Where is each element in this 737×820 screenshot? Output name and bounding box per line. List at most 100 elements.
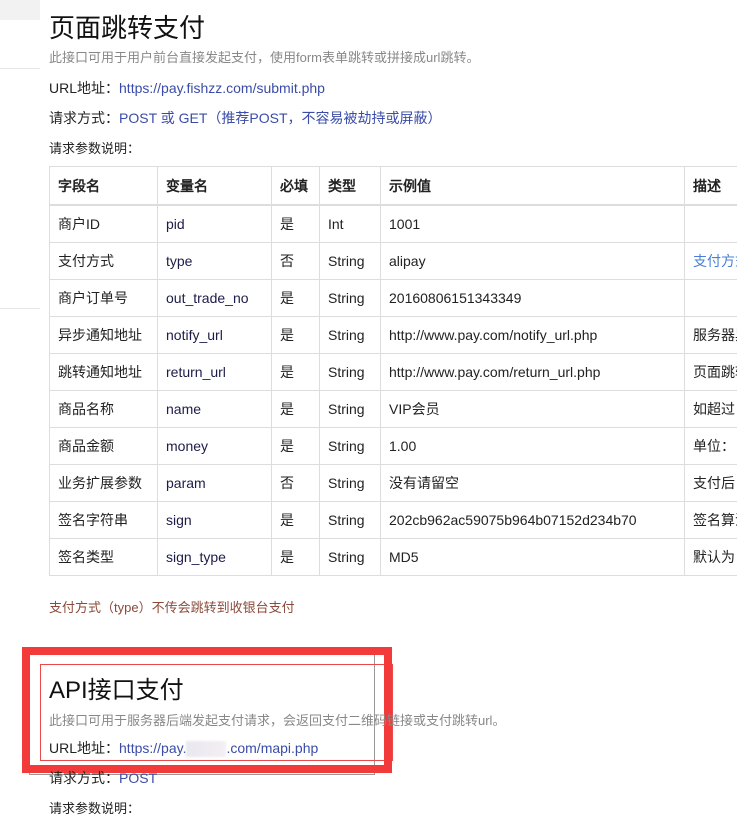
table-cell: 商户ID [49, 204, 158, 243]
sidebar-fragment [0, 0, 40, 20]
table-cell: 页面跳转 [684, 353, 737, 391]
table-cell: param [157, 464, 272, 502]
url-label: URL地址： [49, 80, 120, 96]
table-cell: 是 [271, 538, 320, 576]
url-link[interactable]: https://pay.fishzz.com/submit.php [119, 80, 325, 96]
table-cell: 默认为 [684, 538, 737, 576]
column-header: 必填 [271, 166, 320, 206]
table-cell: 否 [271, 464, 320, 502]
method-label: 请求方式： [49, 110, 119, 126]
params-table: 字段名 变量名 必填 类型 示例值 描述 商户ID pid 是 Int 1001 支付方式 type 否… [49, 166, 737, 576]
method-label: 请求方式： [49, 770, 119, 786]
table-cell: sign [157, 501, 272, 539]
table-cell: 商户订单号 [49, 279, 158, 317]
method-value: POST [119, 770, 158, 786]
table-cell: String [319, 464, 381, 502]
table-cell: String [319, 390, 381, 428]
table-cell [684, 279, 737, 317]
type-note: 支付方式（type）不传会跳转到收银台支付 [49, 600, 295, 615]
table-cell: notify_url [157, 316, 272, 354]
table-row: 跳转通知地址 return_url 是 String http://www.pay.co… [49, 353, 737, 391]
table-cell: 支付后 [684, 464, 737, 502]
table-row: 支付方式type否Stringalipay支付方式 [49, 242, 737, 280]
table-row: 签名类型 sign_type 是 String MD5 默认为 [49, 538, 737, 576]
method-line: 请求方式：POST [49, 768, 157, 788]
url-link[interactable]: https://pay. .com/mapi.php [119, 740, 319, 758]
table-cell: 签名字符串 [49, 501, 158, 539]
table-cell: 服务器异 [684, 316, 737, 354]
table-cell: String [319, 242, 381, 280]
table-cell: pid [157, 204, 272, 243]
url-prefix: https://pay. [119, 740, 187, 756]
params-label: 请求参数说明： [49, 801, 141, 816]
table-cell: 单位： [684, 427, 737, 465]
table-cell: 异步通知地址 [49, 316, 158, 354]
table-cell: String [319, 279, 381, 317]
table-cell: alipay [380, 242, 685, 280]
column-header: 描述 [684, 166, 737, 206]
table-cell: 1.00 [380, 427, 685, 465]
table-cell: 支付方式 [684, 242, 737, 280]
table-cell: 是 [271, 353, 320, 391]
table-row: 商品名称 name 是 String VIP会员 如超过 [49, 390, 737, 428]
table-cell: type [157, 242, 272, 280]
sidebar-divider [0, 68, 40, 69]
table-cell: String [319, 501, 381, 539]
table-cell [684, 204, 737, 243]
table-cell: name [157, 390, 272, 428]
table-row: 商户ID pid 是 Int 1001 [49, 204, 737, 243]
column-header: 类型 [319, 166, 381, 206]
table-cell: http://www.pay.com/notify_url.php [380, 316, 685, 354]
table-cell: 是 [271, 501, 320, 539]
table-cell: String [319, 353, 381, 391]
method-line: 请求方式：POST 或 GET（推荐POST，不容易被劫持或屏蔽） [49, 108, 442, 128]
table-cell: out_trade_no [157, 279, 272, 317]
column-header: 字段名 [49, 166, 158, 206]
table-cell: 跳转通知地址 [49, 353, 158, 391]
table-row: 异步通知地址 notify_url 是 String http://www.pay.co… [49, 316, 737, 354]
table-cell: VIP会员 [380, 390, 685, 428]
blurred-region [186, 741, 227, 758]
table-cell: 签名算法 [684, 501, 737, 539]
table-cell: 否 [271, 242, 320, 280]
table-cell: 202cb962ac59075b964b07152d234b70 [380, 501, 685, 539]
table-header-row: 字段名 变量名 必填 类型 示例值 描述 [49, 166, 737, 206]
table-cell: String [319, 316, 381, 354]
column-header: 变量名 [157, 166, 272, 206]
section-title-api-pay: API接口支付 [49, 677, 184, 704]
table-cell: 是 [271, 390, 320, 428]
table-cell: 商品名称 [49, 390, 158, 428]
table-cell: sign_type [157, 538, 272, 576]
method-value: POST 或 GET（推荐POST，不容易被劫持或屏蔽） [119, 110, 442, 126]
section-description: 此接口可用于用户前台直接发起支付，使用form表单跳转或拼接成url跳转。 [49, 50, 480, 65]
table-cell: 如超过 [684, 390, 737, 428]
section-description: 此接口可用于服务器后端发起支付请求，会返回支付二维码链接或支付跳转url。 [49, 713, 506, 728]
table-cell: 业务扩展参数 [49, 464, 158, 502]
url-line: URL地址：https://pay. .com/mapi.php [49, 738, 318, 758]
table-row: 业务扩展参数 param 否 String 没有请留空 支付后 [49, 464, 737, 502]
sidebar-divider [0, 308, 40, 309]
section-title-redirect-pay: 页面跳转支付 [49, 13, 206, 43]
table-cell: 1001 [380, 204, 685, 243]
table-cell: 支付方式 [49, 242, 158, 280]
table-cell: http://www.pay.com/return_url.php [380, 353, 685, 391]
params-label: 请求参数说明： [49, 141, 141, 156]
table-cell: 商品金额 [49, 427, 158, 465]
table-cell: MD5 [380, 538, 685, 576]
table-row: 商户订单号 out_trade_no 是 String 2016080615134334… [49, 279, 737, 317]
table-cell: 20160806151343349 [380, 279, 685, 317]
table-cell: return_url [157, 353, 272, 391]
table-cell: money [157, 427, 272, 465]
table-cell: 没有请留空 [380, 464, 685, 502]
url-label: URL地址： [49, 740, 120, 756]
table-cell: 签名类型 [49, 538, 158, 576]
table-cell: String [319, 538, 381, 576]
url-line: URL地址：https://pay.fishzz.com/submit.php [49, 78, 325, 98]
table-cell: Int [319, 204, 381, 243]
table-cell: 是 [271, 316, 320, 354]
table-cell: String [319, 427, 381, 465]
url-suffix: .com/mapi.php [226, 740, 319, 756]
table-cell: 是 [271, 427, 320, 465]
table-row: 签名字符串 sign 是 String 202cb962ac59075b964b0715… [49, 501, 737, 539]
table-cell: 是 [271, 279, 320, 317]
